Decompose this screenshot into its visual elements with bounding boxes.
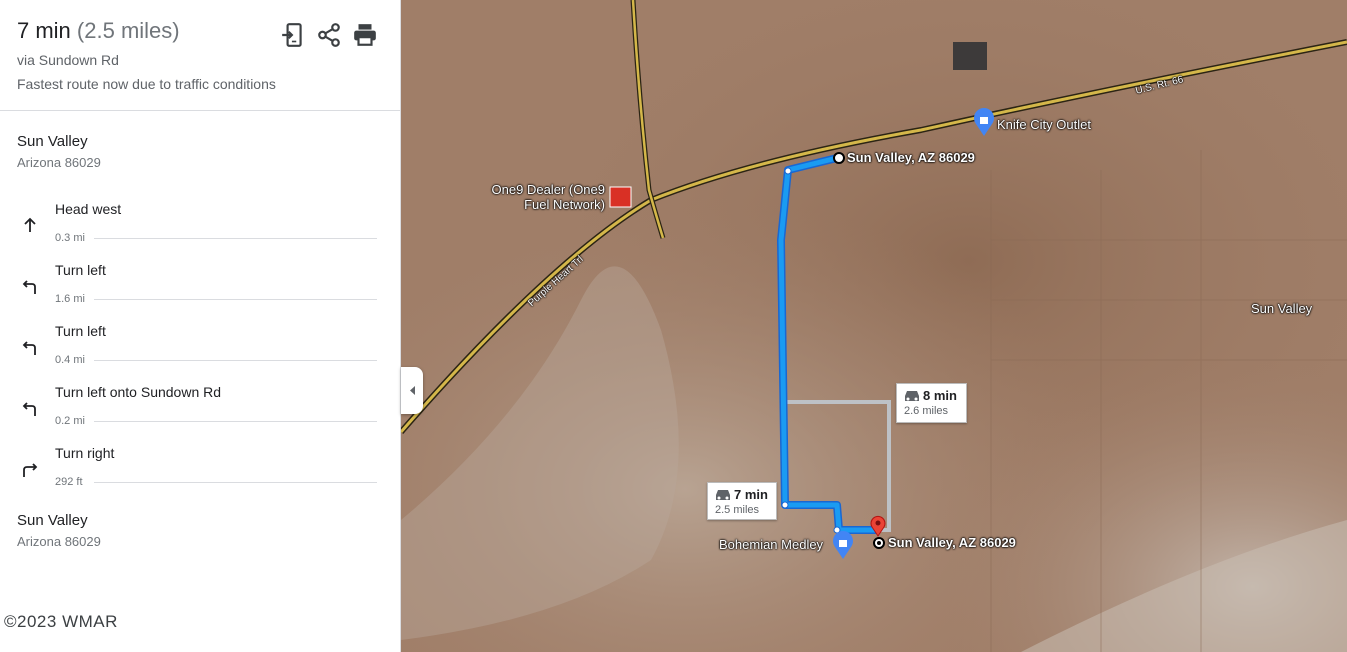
direction-step[interactable]: Turn left 0.4 mi bbox=[0, 323, 401, 384]
map-label-knife-city[interactable]: Knife City Outlet bbox=[997, 117, 1091, 132]
step-instruction: Turn left bbox=[55, 323, 106, 339]
map-label-sun-valley[interactable]: Sun Valley bbox=[1251, 301, 1312, 316]
step-distance: 0.3 mi bbox=[55, 232, 85, 244]
step-divider bbox=[94, 421, 377, 422]
destination-marker-dot bbox=[877, 541, 881, 545]
step-distance: 1.6 mi bbox=[55, 293, 85, 305]
step-instruction: Turn right bbox=[55, 445, 115, 461]
destination-name: Sun Valley bbox=[17, 512, 88, 529]
direction-step[interactable]: Head west 0.3 mi bbox=[0, 201, 401, 262]
origin-place: Sun Valley Arizona 86029 bbox=[17, 133, 101, 170]
car-icon bbox=[716, 490, 730, 500]
route-via: via Sundown Rd bbox=[17, 52, 119, 68]
share-icon[interactable] bbox=[316, 22, 342, 48]
step-divider bbox=[94, 299, 377, 300]
route-node bbox=[781, 501, 789, 509]
turn-left-icon bbox=[22, 402, 36, 416]
step-instruction: Head west bbox=[55, 201, 122, 217]
arrow-up-icon bbox=[24, 217, 36, 232]
map-label-bohemian[interactable]: Bohemian Medley bbox=[719, 537, 823, 552]
alternate-route-time: 8 min bbox=[923, 388, 957, 403]
turn-right-icon bbox=[23, 463, 38, 477]
main-route-time: 7 min bbox=[734, 487, 768, 502]
direction-step[interactable]: Turn left 1.6 mi bbox=[0, 262, 401, 323]
directions-panel: 7 min (2.5 miles) via Sundown Rd Fastest… bbox=[0, 0, 401, 652]
alternate-route-distance: 2.6 miles bbox=[904, 405, 949, 417]
step-distance: 0.4 mi bbox=[55, 354, 85, 366]
route-time: 7 min (2.5 miles) bbox=[17, 18, 180, 44]
map-label-destination[interactable]: Sun Valley, AZ 86029 bbox=[888, 535, 1016, 550]
chevron-left-icon bbox=[410, 386, 415, 395]
direction-step[interactable]: Turn left onto Sundown Rd 0.2 mi bbox=[0, 384, 401, 445]
destination-place: Sun Valley Arizona 86029 bbox=[17, 512, 101, 549]
turn-left-icon bbox=[22, 341, 36, 355]
dark-pond bbox=[953, 42, 987, 70]
direction-step[interactable]: Turn right 292 ft bbox=[0, 445, 401, 506]
main-route-box[interactable]: 7 min 2.5 miles bbox=[707, 482, 777, 520]
red-pin-center bbox=[875, 520, 881, 526]
step-distance: 0.2 mi bbox=[55, 415, 85, 427]
origin-name: Sun Valley bbox=[17, 133, 88, 150]
step-instruction: Turn left onto Sundown Rd bbox=[55, 384, 222, 400]
turn-left-icon bbox=[22, 280, 36, 294]
origin-address: Arizona 86029 bbox=[17, 155, 101, 170]
map-label-start[interactable]: Sun Valley, AZ 86029 bbox=[847, 150, 975, 165]
map-label-one9-line2: Fuel Network) bbox=[524, 197, 605, 212]
step-distance: 292 ft bbox=[55, 476, 83, 488]
send-to-phone-icon[interactable] bbox=[280, 22, 306, 48]
map-label-one9[interactable]: One9 Dealer (One9 Fuel Network) bbox=[489, 182, 605, 212]
route-summary-header: 7 min (2.5 miles) via Sundown Rd Fastest… bbox=[0, 0, 400, 111]
copyright-watermark: ©2023 WMAR bbox=[4, 612, 118, 631]
step-divider bbox=[94, 360, 377, 361]
step-divider bbox=[94, 238, 377, 239]
route-node bbox=[784, 167, 792, 175]
collapse-panel-button[interactable] bbox=[401, 367, 423, 414]
destination-address: Arizona 86029 bbox=[17, 534, 101, 549]
start-marker-icon[interactable] bbox=[833, 152, 845, 164]
satellite-map[interactable] bbox=[401, 0, 1347, 652]
route-note: Fastest route now due to traffic conditi… bbox=[17, 76, 276, 92]
car-icon bbox=[905, 391, 919, 401]
step-instruction: Turn left bbox=[55, 262, 106, 278]
print-icon[interactable] bbox=[352, 22, 378, 48]
alternate-route-box[interactable]: 8 min 2.6 miles bbox=[896, 383, 967, 423]
map-view[interactable]: Knife City Outlet Sun Valley, AZ 86029 O… bbox=[401, 0, 1347, 652]
step-divider bbox=[94, 482, 377, 483]
map-label-one9-line1: One9 Dealer (One9 bbox=[491, 182, 605, 197]
route-duration: 7 min bbox=[17, 18, 71, 43]
main-route-distance: 2.5 miles bbox=[715, 504, 760, 516]
one9-logo-icon[interactable] bbox=[609, 186, 632, 208]
route-distance: (2.5 miles) bbox=[76, 18, 180, 43]
